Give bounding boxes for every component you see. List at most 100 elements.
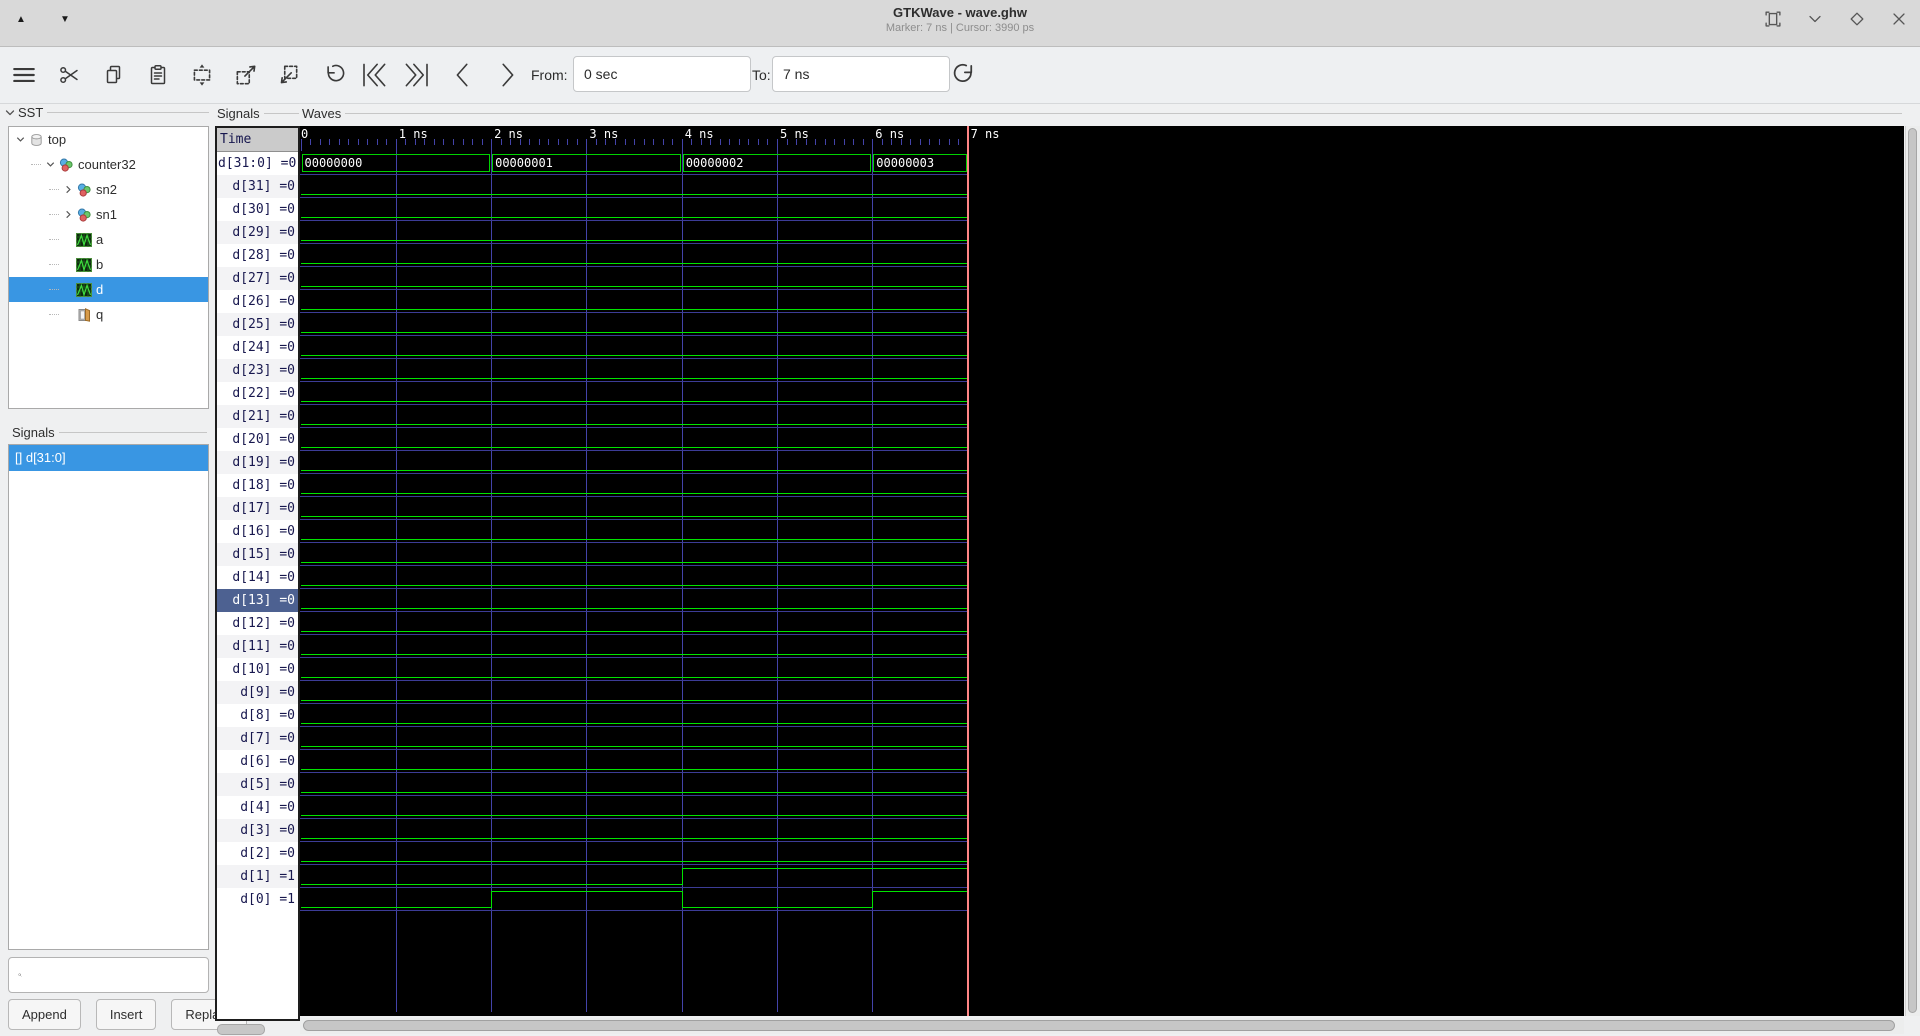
- skip-to-start-icon[interactable]: [356, 57, 392, 93]
- signals-column-frame-header: Signals: [217, 106, 299, 121]
- wave-canvas[interactable]: 0 1 ns 2 ns 3 ns 4 ns 5 ns 6 ns 7 ns 00000000 000…: [300, 126, 1904, 1016]
- lane-separator: [300, 312, 968, 313]
- wave-vscrollbar[interactable]: [1905, 126, 1920, 1016]
- shift-right-icon[interactable]: [489, 57, 525, 93]
- signal-name-row[interactable]: d[29] =0: [217, 221, 298, 244]
- hscrollbar-thumb[interactable]: [303, 1020, 1895, 1031]
- sst-tree-item-sn1[interactable]: sn1: [9, 202, 208, 227]
- minor-tick: [653, 139, 655, 145]
- sst-tree-item-b[interactable]: b: [9, 252, 208, 277]
- signal-name-row[interactable]: d[31] =0: [217, 175, 298, 198]
- signal-name-row[interactable]: d[20] =0: [217, 428, 298, 451]
- to-time-input[interactable]: [772, 56, 950, 92]
- minor-tick: [348, 139, 350, 145]
- titlebar: ▲ ▼ GTKWave - wave.ghw Marker: 7 ns | Cu…: [0, 0, 1920, 47]
- sst-tree-item-counter32[interactable]: counter32: [9, 152, 208, 177]
- lane-separator: [300, 565, 968, 566]
- signal-name-row[interactable]: d[22] =0: [217, 382, 298, 405]
- signals-column-hscrollbar[interactable]: [217, 1024, 265, 1035]
- signal-name-row[interactable]: d[13] =0: [217, 589, 298, 612]
- sst-tree-item-a[interactable]: a: [9, 227, 208, 252]
- insert-button[interactable]: Insert: [95, 999, 157, 1030]
- signal-name-row[interactable]: d[18] =0: [217, 474, 298, 497]
- signal-icon: [75, 282, 93, 298]
- lane-separator: [300, 220, 968, 221]
- signal-name-row[interactable]: d[31:0] =0: [217, 152, 298, 175]
- signal-name-row[interactable]: d[2] =0: [217, 842, 298, 865]
- signal-name-row[interactable]: d[0] =1: [217, 888, 298, 911]
- bit-wave-d[20]: [300, 447, 968, 448]
- marker-line[interactable]: [967, 126, 970, 1016]
- minor-tick: [329, 139, 331, 145]
- signals-list-panel[interactable]: [] d[31:0]: [8, 444, 209, 950]
- sst-tree-item-sn2[interactable]: sn2: [9, 177, 208, 202]
- bit-transition-d[0]: [872, 891, 874, 908]
- zoom-in-icon[interactable]: [270, 57, 306, 93]
- signals-list-item[interactable]: [] d[31:0]: [9, 445, 208, 471]
- zoom-out-icon[interactable]: [228, 57, 264, 93]
- bit-wave-d[21]: [300, 424, 968, 425]
- lane-separator: [300, 335, 968, 336]
- skip-to-end-icon[interactable]: [399, 57, 435, 93]
- signal-name-row[interactable]: d[1] =1: [217, 865, 298, 888]
- vscrollbar-thumb[interactable]: [1908, 128, 1917, 1013]
- signal-name-row[interactable]: d[25] =0: [217, 313, 298, 336]
- signal-name-row[interactable]: d[24] =0: [217, 336, 298, 359]
- cut-icon[interactable]: [52, 57, 88, 93]
- search-box[interactable]: [8, 957, 209, 993]
- undo-icon[interactable]: [315, 57, 351, 93]
- shift-left-icon[interactable]: [445, 57, 481, 93]
- signal-name-row[interactable]: d[17] =0: [217, 497, 298, 520]
- zoom-fit-icon[interactable]: [184, 57, 220, 93]
- signal-name-row[interactable]: d[7] =0: [217, 727, 298, 750]
- expander-right-icon[interactable]: [61, 209, 75, 220]
- lane-separator: [300, 427, 968, 428]
- maximize-icon[interactable]: [1844, 6, 1870, 32]
- close-icon[interactable]: [1886, 6, 1912, 32]
- sst-tree-item-d[interactable]: d: [9, 277, 208, 302]
- signal-name-row[interactable]: d[9] =0: [217, 681, 298, 704]
- copy-icon[interactable]: [96, 57, 132, 93]
- signal-name-row[interactable]: d[4] =0: [217, 796, 298, 819]
- sst-tree-item-q[interactable]: q: [9, 302, 208, 327]
- chevron-down-icon[interactable]: [4, 107, 16, 119]
- signal-name-row[interactable]: d[27] =0: [217, 267, 298, 290]
- signal-name-row[interactable]: d[14] =0: [217, 566, 298, 589]
- sst-tree[interactable]: top counter32 sn2 sn1 a b d q: [8, 126, 209, 409]
- sst-tree-item-top[interactable]: top: [9, 127, 208, 152]
- time-column-header[interactable]: Time: [217, 128, 298, 152]
- signal-name-row[interactable]: d[6] =0: [217, 750, 298, 773]
- expander-right-icon[interactable]: [61, 184, 75, 195]
- menu-hamburger-icon[interactable]: [6, 57, 42, 93]
- signal-name-row[interactable]: d[28] =0: [217, 244, 298, 267]
- signal-name-row[interactable]: d[26] =0: [217, 290, 298, 313]
- signal-name-row[interactable]: d[11] =0: [217, 635, 298, 658]
- fullscreen-icon[interactable]: [1760, 6, 1786, 32]
- minimize-icon[interactable]: [1802, 6, 1828, 32]
- signal-name-row[interactable]: d[12] =0: [217, 612, 298, 635]
- signals-name-column[interactable]: Time d[31:0] =0 d[31] =0 d[30] =0 d[29] =0 d…: [215, 126, 300, 1021]
- signal-name-row[interactable]: d[15] =0: [217, 543, 298, 566]
- signal-name-row[interactable]: d[19] =0: [217, 451, 298, 474]
- sst-label: SST: [18, 105, 44, 120]
- signal-name-row[interactable]: d[3] =0: [217, 819, 298, 842]
- signal-name-row[interactable]: d[30] =0: [217, 198, 298, 221]
- signal-name-row[interactable]: d[5] =0: [217, 773, 298, 796]
- timeline-label: 2 ns: [494, 127, 523, 141]
- signal-name-row[interactable]: d[23] =0: [217, 359, 298, 382]
- signal-name-row[interactable]: d[21] =0: [217, 405, 298, 428]
- expander-down-icon[interactable]: [13, 134, 27, 145]
- instance-icon: [75, 207, 93, 223]
- from-time-input[interactable]: [573, 56, 751, 92]
- append-button[interactable]: Append: [8, 999, 81, 1030]
- paste-icon[interactable]: [140, 57, 176, 93]
- signal-name-row[interactable]: d[8] =0: [217, 704, 298, 727]
- signal-name-row[interactable]: d[16] =0: [217, 520, 298, 543]
- expander-down-icon[interactable]: [43, 159, 57, 170]
- signal-name-row[interactable]: d[10] =0: [217, 658, 298, 681]
- minor-tick: [319, 139, 321, 145]
- reload-icon[interactable]: [948, 57, 984, 93]
- timeline-label: 3 ns: [589, 127, 619, 141]
- search-input[interactable]: [28, 957, 208, 993]
- wave-hscrollbar[interactable]: [300, 1018, 1904, 1034]
